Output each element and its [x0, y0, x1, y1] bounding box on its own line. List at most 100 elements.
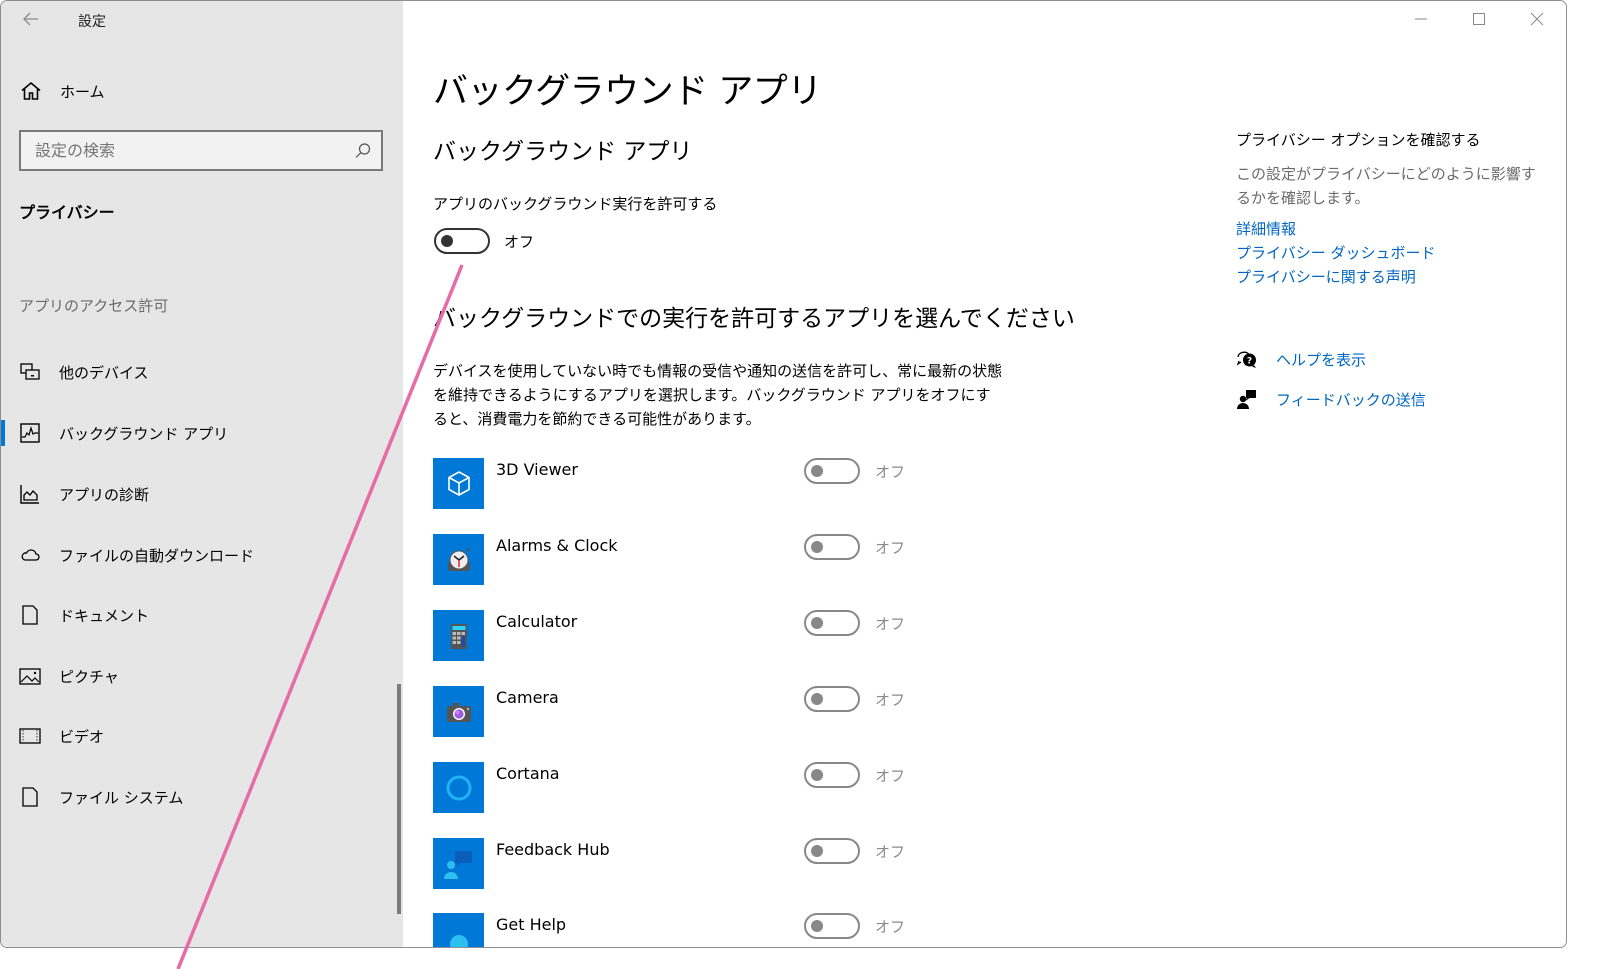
sidebar-item-videos[interactable]: ビデオ	[1, 714, 403, 758]
sidebar-item-label: ファイル システム	[59, 788, 184, 807]
get-help-icon	[449, 934, 468, 947]
home-label: ホーム	[60, 82, 105, 101]
app-name: Calculator	[496, 612, 578, 631]
picture-icon	[19, 668, 41, 685]
app-diagnostics-icon	[20, 485, 39, 504]
minimize-icon	[1415, 18, 1427, 20]
sidebar-scrollbar[interactable]	[397, 684, 401, 914]
sidebar-item-auto-file-downloads[interactable]: ファイルの自動ダウンロード	[1, 533, 403, 577]
app-toggle[interactable]	[804, 458, 860, 484]
app-row-camera: Camera オフ	[433, 686, 913, 738]
app-tile	[433, 534, 484, 585]
sidebar-item-background-apps[interactable]: バックグラウンド アプリ	[1, 411, 403, 455]
camera-icon	[446, 702, 471, 722]
sidebar-item-label: ドキュメント	[59, 606, 150, 625]
app-toggle-state: オフ	[875, 463, 906, 481]
search-input[interactable]	[35, 141, 353, 160]
close-icon	[1530, 12, 1544, 26]
app-name: 3D Viewer	[496, 460, 578, 479]
app-row-feedback-hub: Feedback Hub オフ	[433, 838, 913, 890]
get-help-link[interactable]: ? ヘルプを表示	[1236, 348, 1366, 370]
app-tile	[433, 913, 484, 947]
app-toggle-state: オフ	[875, 843, 906, 861]
app-toggle[interactable]	[804, 610, 860, 636]
master-toggle-label: アプリのバックグラウンド実行を許可する	[433, 195, 718, 213]
app-row-alarms-clock: Alarms & Clock オフ	[433, 534, 913, 586]
app-tile	[433, 838, 484, 889]
window-title: 設定	[78, 14, 106, 30]
sidebar-item-pictures[interactable]: ピクチャ	[1, 654, 403, 698]
help-chat-icon: ?	[1236, 351, 1256, 368]
app-name: Get Help	[496, 915, 567, 934]
app-toggle[interactable]	[804, 838, 860, 864]
app-toggle-state: オフ	[875, 615, 906, 633]
settings-window: 設定 ホーム プライバシー アプリのアクセス許可 他のデバイス バックグラウンド…	[0, 0, 1567, 948]
feedback-icon	[1237, 390, 1256, 409]
page-title: バックグラウンド アプリ	[433, 72, 822, 112]
video-icon	[19, 728, 41, 744]
app-row-3d-viewer: 3D Viewer オフ	[433, 458, 913, 510]
file-system-icon	[22, 787, 38, 807]
app-list-heading: バックグラウンドでの実行を許可するアプリを選んでください	[433, 306, 1075, 332]
give-feedback-link[interactable]: フィードバックの送信	[1236, 388, 1426, 410]
sidebar-item-label: バックグラウンド アプリ	[59, 424, 229, 443]
maximize-button[interactable]	[1450, 1, 1508, 37]
app-toggle-state: オフ	[875, 691, 906, 709]
feedback-hub-icon	[443, 850, 472, 879]
get-help-label: ヘルプを表示	[1276, 350, 1367, 369]
app-row-calculator: Calculator オフ	[433, 610, 913, 662]
learn-more-link[interactable]: 詳細情報	[1236, 218, 1296, 239]
app-tile	[433, 762, 484, 813]
home-icon	[21, 81, 41, 100]
home-nav-item[interactable]: ホーム	[19, 79, 105, 103]
minimize-button[interactable]	[1392, 1, 1450, 37]
group-title-app-permissions: アプリのアクセス許可	[19, 297, 169, 315]
cloud-icon	[21, 549, 40, 561]
sidebar-item-documents[interactable]: ドキュメント	[1, 593, 403, 637]
app-row-get-help: Get Help オフ	[433, 913, 913, 947]
sidebar: 設定 ホーム プライバシー アプリのアクセス許可 他のデバイス バックグラウンド…	[1, 1, 403, 947]
sidebar-item-label: アプリの診断	[59, 485, 150, 504]
master-background-toggle[interactable]	[434, 228, 490, 254]
back-button[interactable]	[19, 9, 43, 31]
sidebar-item-label: ファイルの自動ダウンロード	[59, 546, 255, 565]
sidebar-item-label: 他のデバイス	[59, 363, 149, 382]
privacy-statement-link[interactable]: プライバシーに関する声明	[1236, 266, 1416, 287]
sidebar-item-file-system[interactable]: ファイル システム	[1, 775, 403, 819]
give-feedback-label: フィードバックの送信	[1276, 390, 1426, 409]
app-row-cortana: Cortana オフ	[433, 762, 913, 814]
privacy-options-description: この設定がプライバシーにどのように影響するかを確認します。	[1236, 165, 1536, 207]
settings-search[interactable]	[19, 130, 383, 171]
app-name: Alarms & Clock	[496, 536, 618, 555]
app-toggle-state: オフ	[875, 918, 906, 936]
master-toggle-state: オフ	[504, 233, 535, 251]
app-tile	[433, 610, 484, 661]
app-toggle[interactable]	[804, 913, 860, 939]
search-icon[interactable]	[353, 141, 373, 161]
calculator-icon	[450, 623, 467, 649]
app-toggle[interactable]	[804, 686, 860, 712]
app-toggle-state: オフ	[875, 539, 906, 557]
app-name: Camera	[496, 688, 559, 707]
app-toggle-state: オフ	[875, 767, 906, 785]
window-controls	[1392, 1, 1566, 37]
app-toggle[interactable]	[804, 534, 860, 560]
close-button[interactable]	[1508, 1, 1566, 37]
3d-viewer-icon	[447, 470, 470, 496]
privacy-dashboard-link[interactable]: プライバシー ダッシュボード	[1236, 242, 1435, 263]
app-toggle[interactable]	[804, 762, 860, 788]
back-arrow-icon	[23, 12, 38, 26]
app-name: Cortana	[496, 764, 560, 783]
privacy-options-title: プライバシー オプションを確認する	[1236, 131, 1481, 149]
background-apps-icon	[20, 423, 40, 443]
sidebar-item-app-diagnostics[interactable]: アプリの診断	[1, 472, 403, 516]
main-content: バックグラウンド アプリ バックグラウンド アプリ アプリのバックグラウンド実行…	[403, 1, 1566, 947]
sidebar-item-label: ピクチャ	[59, 667, 119, 686]
svg-text:?: ?	[1247, 356, 1252, 366]
sidebar-item-other-devices[interactable]: 他のデバイス	[1, 350, 403, 394]
app-tile	[433, 686, 484, 737]
app-tile	[433, 458, 484, 509]
other-devices-icon	[20, 363, 40, 380]
section-subtitle: バックグラウンド アプリ	[433, 139, 693, 165]
maximize-icon	[1473, 13, 1485, 25]
